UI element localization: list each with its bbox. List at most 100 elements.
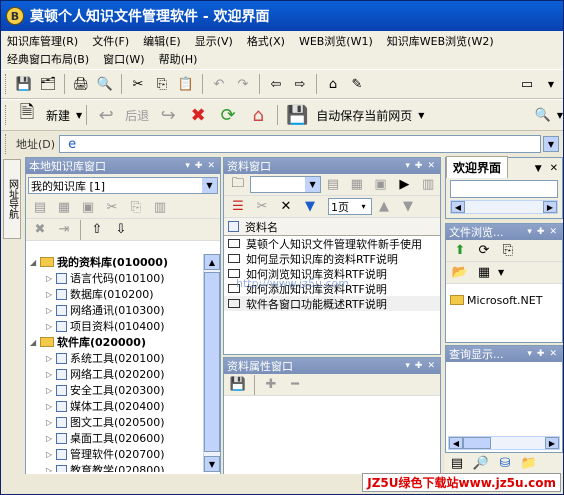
pin-icon[interactable]: ✚ — [195, 161, 203, 171]
tree-node[interactable]: ▷ 桌面工具(020600) — [26, 430, 220, 446]
undo-icon[interactable]: ↶ — [209, 74, 229, 94]
chevron-down-icon[interactable]: ▼ — [305, 177, 321, 192]
pin-icon[interactable]: ▾ — [527, 349, 532, 359]
expand-icon[interactable]: ▷ — [46, 306, 56, 315]
tool-icon[interactable]: ▣ — [371, 175, 391, 195]
expand-icon[interactable]: ◢ — [30, 258, 40, 267]
move-down-icon[interactable]: ▼ — [398, 197, 418, 217]
menu-item[interactable]: 文件(F) — [92, 33, 129, 49]
toolbar-grip[interactable] — [5, 134, 8, 154]
edit-pen-icon[interactable]: ✎ — [347, 74, 367, 94]
tool-icon[interactable]: ▦ — [54, 198, 74, 218]
tree-node[interactable]: ▷ 项目资料(010400) — [26, 318, 220, 334]
pin-icon[interactable]: ▾ — [405, 361, 410, 371]
search-icon[interactable]: 🔍 — [533, 105, 553, 125]
cut-icon[interactable]: ✂ — [252, 197, 272, 217]
expand-icon[interactable]: ▷ — [46, 354, 56, 363]
folder-item[interactable]: Microsoft.NET — [450, 292, 562, 308]
menu-item[interactable]: 格式(X) — [247, 33, 285, 49]
back-arrow-icon[interactable]: ⇦ — [266, 74, 286, 94]
auto-save-button[interactable]: 自动保存当前网页 — [312, 107, 416, 124]
open-folder-icon[interactable]: 📂 — [450, 263, 470, 283]
column-header-name[interactable]: 资料名 — [245, 219, 278, 235]
home-page-icon[interactable]: ⌂ — [245, 102, 271, 128]
address-input[interactable]: e — [59, 135, 541, 153]
tool-icon[interactable]: ⎘ — [126, 198, 146, 218]
copy-icon[interactable]: ⎘ — [152, 74, 172, 94]
search-panel-icon[interactable]: 🔎 — [471, 453, 491, 473]
tree-node[interactable]: ▷ 管理软件(020700) — [26, 446, 220, 462]
menu-item[interactable]: 窗口(W) — [103, 51, 144, 67]
expand-icon[interactable]: ▷ — [46, 434, 56, 443]
tree-node[interactable]: ▷ 语言代码(010100) — [26, 270, 220, 286]
home-icon[interactable]: ⌂ — [323, 74, 343, 94]
redo-icon[interactable]: ↷ — [233, 74, 253, 94]
pin-icon[interactable]: ✚ — [415, 161, 423, 171]
address-dropdown-icon[interactable]: ▼ — [543, 136, 559, 152]
menu-item[interactable]: 经典窗口布局(B) — [7, 51, 89, 67]
tree-scrollbar[interactable]: ▲ ▼ — [203, 254, 220, 472]
move-up-icon[interactable]: ▲ — [374, 197, 394, 217]
back-button[interactable]: 后退 — [121, 107, 153, 124]
expand-icon[interactable]: ▷ — [46, 466, 56, 473]
forward-arrow-icon[interactable]: ⇨ — [290, 74, 310, 94]
chevron-down-icon[interactable]: ▼ — [202, 178, 217, 193]
scroll-right-icon[interactable]: ▶ — [545, 437, 559, 449]
pin-icon[interactable]: ✚ — [415, 361, 423, 371]
auto-save-dropdown-icon[interactable]: ▼ — [418, 111, 424, 120]
chevron-down-icon[interactable]: ▼ — [535, 164, 542, 174]
new-folder-icon[interactable]: 🗀 — [228, 175, 248, 195]
delete-list-icon[interactable]: ☰ — [228, 197, 248, 217]
move-down-icon[interactable]: ⇩ — [111, 220, 131, 240]
list-item[interactable]: 莫顿个人知识文件管理软件新手使用 — [224, 236, 440, 251]
view-icon[interactable]: ▦ — [474, 263, 494, 283]
panel-icon[interactable]: ▤ — [447, 453, 467, 473]
save-icon[interactable]: 💾 — [228, 375, 248, 395]
cut-icon[interactable]: ✂ — [128, 74, 148, 94]
back-icon[interactable]: ↩ — [93, 102, 119, 128]
tab-welcome[interactable]: 欢迎界面 — [446, 156, 509, 178]
layout-icon[interactable]: ▭ — [517, 74, 537, 94]
kb-selector[interactable]: 我的知识库 [1] ▼ — [28, 177, 218, 194]
chevron-down-icon[interactable]: ▼ — [498, 268, 504, 277]
move-up-icon[interactable]: ⇧ — [87, 220, 107, 240]
save-all-icon[interactable]: 🗂 — [38, 74, 58, 94]
scroll-down-icon[interactable]: ▼ — [204, 456, 220, 472]
close-icon[interactable]: ✕ — [549, 227, 557, 237]
scroll-left-icon[interactable]: ◀ — [451, 201, 465, 213]
menu-item[interactable]: 编辑(E) — [143, 33, 181, 49]
tree-node[interactable]: ▷ 教育教学(020800) — [26, 462, 220, 472]
pin-icon[interactable]: ✚ — [537, 349, 545, 359]
expand-icon[interactable]: ◢ — [30, 338, 40, 347]
tool-icon[interactable]: ✂ — [102, 198, 122, 218]
expand-icon[interactable]: ▷ — [46, 402, 56, 411]
pin-icon[interactable]: ▾ — [527, 227, 532, 237]
sidebar-tab-nav[interactable]: 网址导航 — [3, 159, 21, 239]
page-combo[interactable]: 1页 ▾ — [328, 198, 372, 215]
scroll-thumb[interactable] — [204, 272, 220, 452]
new-icon[interactable]: 🗎 — [14, 102, 40, 128]
tool-icon[interactable]: ▦ — [347, 175, 367, 195]
scroll-right-icon[interactable]: ▶ — [543, 201, 557, 213]
pin-icon[interactable]: ✚ — [537, 227, 545, 237]
save-icon[interactable]: 💾 — [14, 74, 34, 94]
tree-node[interactable]: ▷ 数据库(010200) — [26, 286, 220, 302]
paste-icon[interactable]: 📋 — [176, 74, 196, 94]
tool-icon[interactable]: ▣ — [78, 198, 98, 218]
pin-icon[interactable]: ▾ — [405, 161, 410, 171]
new-dropdown-icon[interactable]: ▼ — [76, 111, 82, 120]
expand-icon[interactable]: ▷ — [46, 450, 56, 459]
filter-icon[interactable]: ▼ — [300, 197, 320, 217]
menu-item[interactable]: 知识库管理(R) — [7, 33, 78, 49]
refresh-icon[interactable]: ⟳ — [215, 102, 241, 128]
import-icon[interactable]: ⇥ — [54, 220, 74, 240]
delete-icon[interactable]: ✖ — [30, 220, 50, 240]
scroll-up-icon[interactable]: ▲ — [204, 254, 220, 270]
close-icon[interactable]: ✕ — [427, 361, 435, 371]
toolbar-grip[interactable] — [5, 105, 8, 125]
stop-icon[interactable]: ✖ — [185, 102, 211, 128]
add-icon[interactable]: ✚ — [261, 375, 281, 395]
menu-item[interactable]: 显示(V) — [195, 33, 233, 49]
close-icon[interactable]: ✕ — [427, 161, 435, 171]
close-icon[interactable]: ✕ — [550, 163, 558, 174]
